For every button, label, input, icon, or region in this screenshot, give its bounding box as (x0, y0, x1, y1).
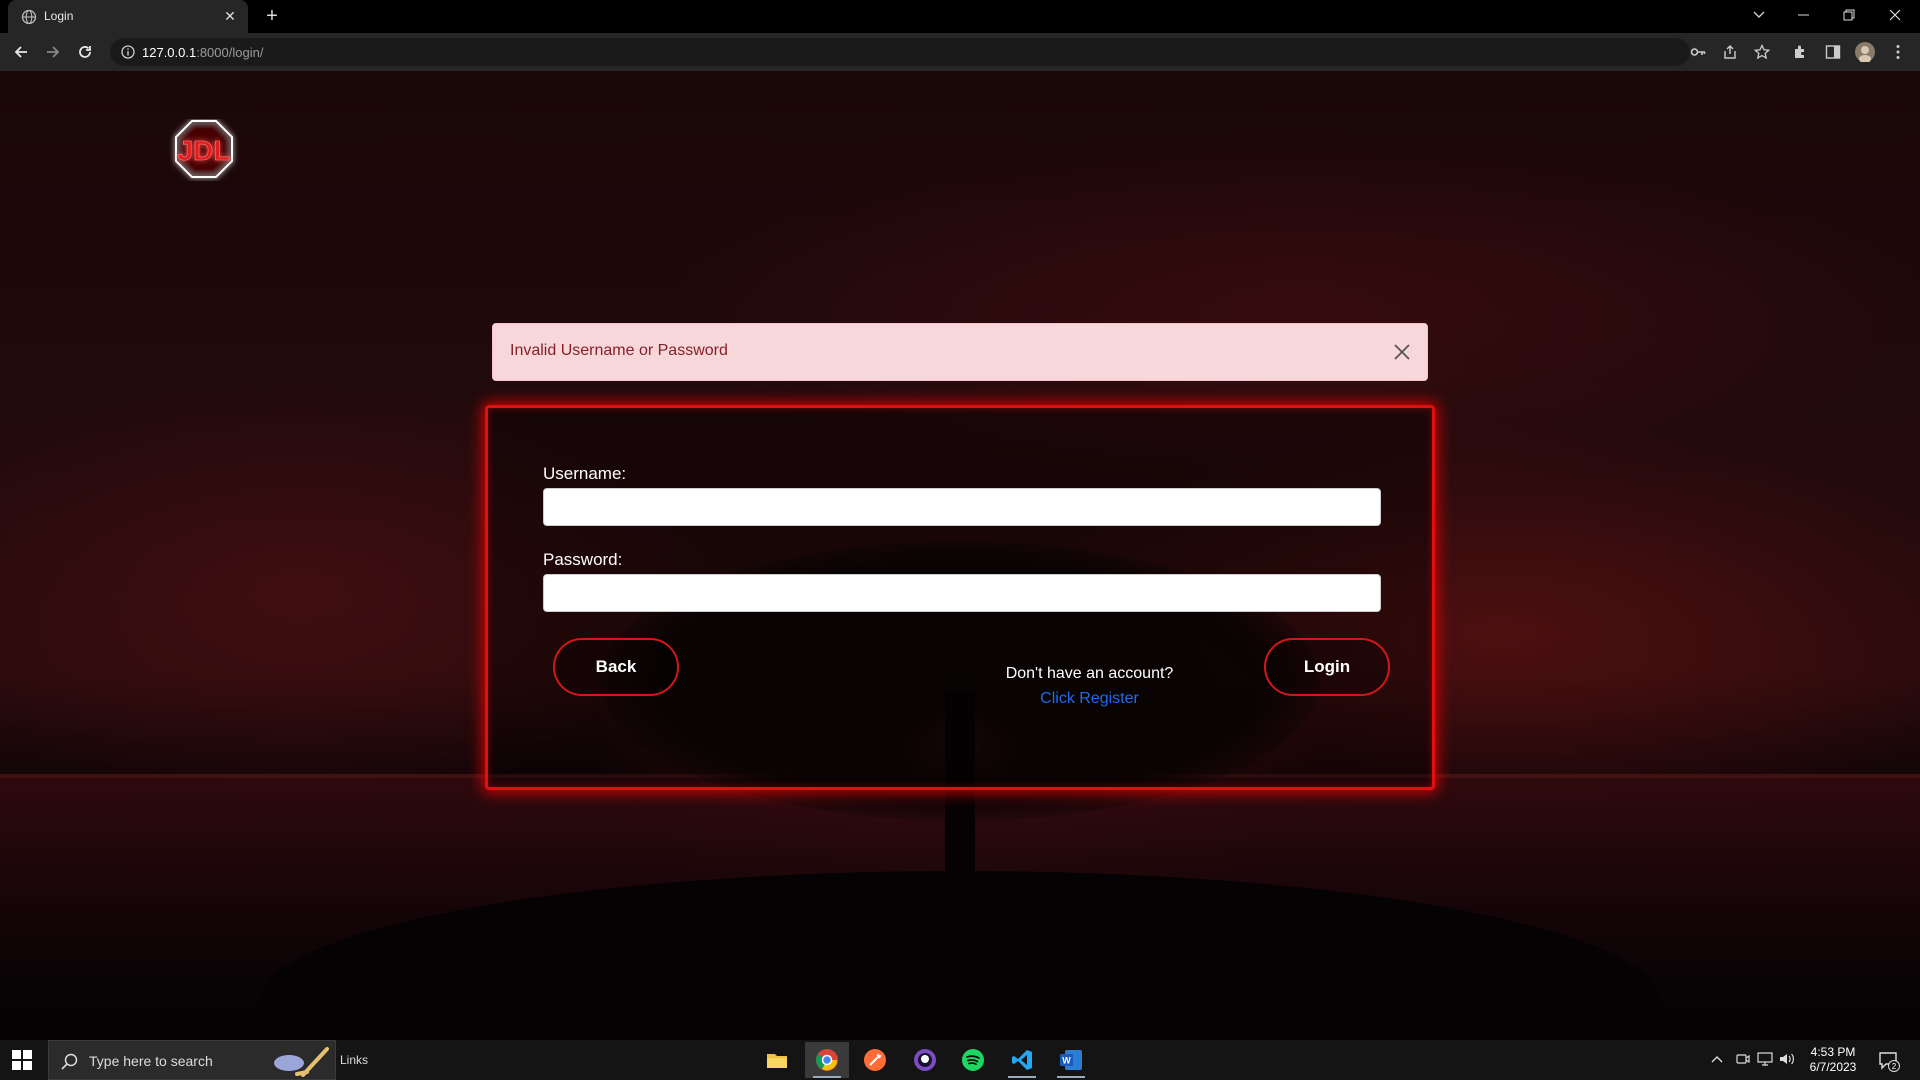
key-icon[interactable] (1688, 42, 1708, 62)
network-icon[interactable] (1757, 1051, 1773, 1067)
new-tab-button[interactable]: + (262, 6, 282, 27)
logo-text: JDL (178, 135, 231, 166)
svg-text:W: W (1062, 1056, 1071, 1066)
password-input[interactable] (543, 574, 1381, 612)
browser-toolbar: 127.0.0.1:8000/login/ (0, 33, 1920, 71)
extensions-puzzle-icon[interactable] (1791, 42, 1811, 62)
word-icon[interactable]: W (1049, 1042, 1093, 1078)
back-button[interactable]: Back (553, 638, 679, 696)
vscode-icon[interactable] (1000, 1042, 1044, 1078)
browser-tab-strip: Login ✕ + (0, 0, 1920, 33)
login-form: Username: Password: Back Don't have an a… (485, 405, 1435, 790)
profile-avatar[interactable] (1855, 42, 1875, 62)
taskbar-clock[interactable]: 4:53 PM 6/7/2023 (1798, 1045, 1868, 1075)
active-app-indicator (813, 1076, 841, 1078)
notification-count: 2 (1892, 1062, 1897, 1071)
restore-button[interactable] (1836, 4, 1862, 26)
site-info-icon[interactable] (120, 44, 136, 60)
url-text[interactable]: 127.0.0.1:8000/login/ (142, 45, 263, 60)
login-page: JDL Invalid Username or Password Usernam… (0, 71, 1920, 1040)
bookmark-star-icon[interactable] (1752, 42, 1772, 62)
register-link[interactable]: Click Register (988, 690, 1191, 708)
tab-close-icon[interactable]: ✕ (222, 8, 238, 24)
taskbar-search-box[interactable]: Type here to search (48, 1040, 336, 1080)
search-icon (61, 1053, 78, 1070)
tab-title: Login (44, 9, 74, 23)
meet-now-icon[interactable] (1735, 1051, 1751, 1067)
tab-search-chevron-icon[interactable] (1746, 4, 1772, 26)
close-window-button[interactable] (1882, 4, 1908, 26)
menu-kebab-icon[interactable] (1888, 42, 1908, 62)
windows-start-icon[interactable] (12, 1050, 32, 1070)
jdl-logo[interactable]: JDL (168, 119, 240, 181)
minimize-button[interactable] (1791, 4, 1817, 26)
show-hidden-icons-chevron-icon[interactable] (1709, 1051, 1725, 1067)
search-placeholder: Type here to search (89, 1053, 213, 1069)
address-bar[interactable]: 127.0.0.1:8000/login/ (110, 38, 1690, 66)
volume-icon[interactable] (1779, 1051, 1795, 1067)
username-label: Username: (543, 464, 627, 483)
file-explorer-icon[interactable] (755, 1042, 799, 1078)
github-desktop-icon[interactable] (903, 1042, 947, 1078)
postman-icon[interactable] (853, 1042, 897, 1078)
spotify-icon[interactable] (951, 1042, 995, 1078)
clock-date: 6/7/2023 (1809, 1060, 1857, 1074)
links-toolbar-label[interactable]: Links (340, 1053, 368, 1067)
clock-time: 4:53 PM (1810, 1045, 1856, 1059)
chrome-taskbar-icon[interactable] (805, 1042, 849, 1078)
close-icon[interactable] (1391, 341, 1413, 363)
alert-message: Invalid Username or Password (510, 342, 728, 359)
back-arrow-icon[interactable] (10, 41, 32, 63)
tab-login[interactable]: Login ✕ (8, 0, 248, 33)
username-input[interactable] (543, 488, 1381, 526)
open-app-indicator (1008, 1076, 1036, 1078)
share-icon[interactable] (1720, 42, 1740, 62)
side-panel-icon[interactable] (1823, 42, 1843, 62)
register-prompt: Don't have an account? (1005, 665, 1174, 682)
login-button[interactable]: Login (1264, 638, 1390, 696)
windows-taskbar: Type here to search Links W 4:53 PM 6/7/… (0, 1040, 1920, 1080)
open-app-indicator (1057, 1076, 1085, 1078)
reload-icon[interactable] (74, 41, 96, 63)
password-label: Password: (543, 550, 623, 569)
error-alert: Invalid Username or Password (492, 323, 1428, 381)
globe-icon (21, 9, 37, 25)
notification-center-icon[interactable]: 2 (1878, 1050, 1900, 1072)
forward-arrow-icon[interactable] (42, 41, 64, 63)
search-highlight-hockey-icon (274, 1047, 329, 1077)
